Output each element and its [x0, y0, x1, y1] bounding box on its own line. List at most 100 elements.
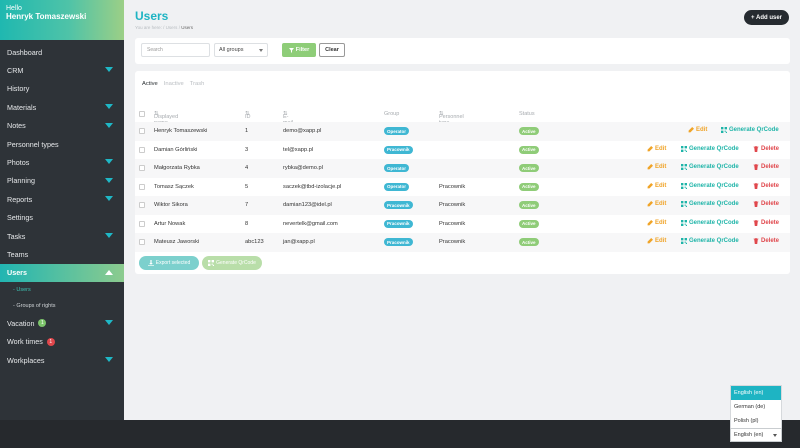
delete-button[interactable]: Delete [753, 219, 779, 226]
sidebar-item-label: Users [7, 268, 27, 278]
edit-button[interactable]: Edit [647, 219, 666, 226]
count-badge: 1 [46, 337, 55, 346]
select-all-checkbox[interactable] [139, 111, 145, 117]
add-user-button[interactable]: + Add user [744, 10, 789, 25]
sidebar-item-tasks[interactable]: Tasks [0, 227, 124, 245]
header-id[interactable]: ID ⇅ [245, 111, 251, 120]
sidebar-item-dashboard[interactable]: Dashboard [0, 43, 124, 61]
row-checkbox[interactable] [139, 146, 145, 153]
group-select[interactable]: All groups [214, 43, 268, 57]
delete-button-label: Delete [761, 145, 780, 152]
sidebar-subitem[interactable]: - Users [0, 282, 124, 298]
export-selected-button[interactable]: Export selected [139, 256, 199, 270]
sidebar-item-planning[interactable]: Planning [0, 172, 124, 190]
tab-active[interactable]: Active [142, 81, 158, 87]
sidebar-item-crm[interactable]: CRM [0, 61, 124, 79]
status-tabs: Active Inactive Trash [142, 81, 204, 87]
group-badge: Operator [384, 182, 410, 191]
row-checkbox[interactable] [139, 202, 145, 208]
status-badge: Active [519, 182, 539, 191]
language-option[interactable]: English (en) [731, 386, 781, 400]
row-checkbox[interactable] [139, 239, 145, 245]
header-displayed-name[interactable]: Displayed name ⇅ [154, 111, 178, 126]
sidebar-header: Hello Henryk Tomaszewski [0, 0, 124, 40]
table-header: Displayed name ⇅ ID ⇅ E-mail ⇅ Group Per… [135, 108, 790, 126]
edit-button[interactable]: Edit [647, 182, 666, 189]
row-checkbox[interactable] [139, 220, 145, 227]
sidebar-item-notes[interactable]: Notes [0, 117, 124, 135]
language-select[interactable]: English (en) [730, 428, 782, 442]
row-checkbox[interactable] [139, 183, 145, 190]
edit-button[interactable]: Edit [647, 201, 666, 207]
user-name[interactable]: Henryk Tomaszewski [6, 12, 118, 22]
sidebar-item-reports[interactable]: Reports [0, 190, 124, 208]
sidebar-item-users[interactable]: Users [0, 263, 124, 283]
breadcrumb-current: Users [181, 25, 193, 30]
edit-button[interactable]: Edit [647, 164, 666, 170]
breadcrumb-users-link[interactable]: Users [166, 25, 178, 30]
sidebar-item-materials[interactable]: Materials [0, 98, 124, 116]
language-option[interactable]: German (de) [731, 400, 781, 414]
generate-qrcode-button[interactable]: Generate QrCode [681, 201, 739, 207]
qrcode-icon [681, 164, 687, 170]
edit-button-label: Edit [696, 127, 708, 133]
generate-qrcode-bulk-button[interactable]: Generate QrCode [202, 256, 262, 270]
sidebar-item-settings[interactable]: Settings [0, 209, 124, 227]
sidebar-item-history[interactable]: History [0, 80, 124, 98]
sidebar-item-label: Work times [7, 337, 43, 347]
sidebar-item-teams[interactable]: Teams [0, 245, 124, 263]
search-input[interactable]: Search [141, 43, 210, 57]
cell-email: tel@xapp.pl [283, 146, 314, 153]
header-status: Status [519, 111, 535, 117]
sidebar-item-label: History [7, 84, 30, 94]
generate-qrcode-button[interactable]: Generate QrCode [681, 219, 739, 226]
generate-qrcode-button[interactable]: Generate QrCode [681, 164, 739, 170]
sidebar-item-photos[interactable]: Photos [0, 153, 124, 171]
generate-qrcode-button-label: Generate QrCode [689, 164, 739, 170]
edit-button[interactable]: Edit [647, 238, 666, 244]
cell-personnel-type: Pracownik [439, 183, 466, 190]
qrcode-icon [681, 238, 687, 244]
chevron-down-icon [105, 159, 113, 165]
sidebar-item-work-times[interactable]: Work times 1 [0, 332, 124, 350]
generate-qrcode-button[interactable]: Generate QrCode [721, 127, 779, 133]
language-option[interactable]: Polish (pl) [731, 414, 781, 428]
header-email[interactable]: E-mail ⇅ [283, 111, 293, 126]
filter-label: Filter [295, 47, 310, 53]
cell-id: 7 [245, 202, 249, 208]
table-row: Tomasz Sączek 5 saczek@tbd-izolacje.pl Prac… [135, 178, 790, 197]
generate-label: Generate QrCode [216, 260, 256, 266]
generate-qrcode-button[interactable]: Generate QrCode [681, 238, 739, 244]
pencil-icon [688, 127, 694, 133]
cell-id: 1 [245, 128, 249, 134]
edit-button[interactable]: Edit [688, 127, 707, 133]
cell-email: demo@xapp.pl [283, 128, 322, 134]
delete-button[interactable]: Delete [753, 201, 779, 207]
cell-name: Damian Górliński [154, 146, 198, 153]
delete-button[interactable]: Delete [753, 145, 780, 152]
generate-qrcode-button[interactable]: Generate QrCode [681, 145, 739, 152]
delete-button[interactable]: Delete [753, 238, 779, 244]
clear-button[interactable]: Clear [319, 43, 345, 57]
sidebar-item-vacation[interactable]: Vacation 1 [0, 314, 124, 332]
sidebar-item-personnel-types[interactable]: Personnel types [0, 135, 124, 153]
cell-email: damian123@idel.pl [283, 202, 332, 208]
group-badge: Operator [384, 164, 410, 172]
delete-button[interactable]: Delete [753, 182, 779, 189]
sidebar-item-label: Settings [7, 213, 33, 223]
row-checkbox[interactable] [139, 165, 145, 171]
sidebar-item-workplaces[interactable]: Workplaces [0, 351, 124, 369]
header-personnel-type[interactable]: Personnel type ⇅ [439, 111, 464, 126]
delete-button[interactable]: Delete [753, 164, 779, 170]
tab-trash[interactable]: Trash [190, 81, 205, 87]
filter-button[interactable]: Filter [282, 43, 316, 57]
sidebar-subitem[interactable]: - Groups of rights [0, 298, 124, 314]
chevron-down-icon [773, 434, 777, 437]
pencil-icon [647, 145, 653, 151]
edit-button-label: Edit [655, 145, 667, 152]
tab-inactive[interactable]: Inactive [164, 81, 184, 87]
generate-qrcode-button[interactable]: Generate QrCode [681, 182, 739, 189]
edit-button[interactable]: Edit [647, 145, 667, 152]
cell-id: 8 [245, 220, 249, 227]
row-checkbox[interactable] [139, 128, 145, 134]
